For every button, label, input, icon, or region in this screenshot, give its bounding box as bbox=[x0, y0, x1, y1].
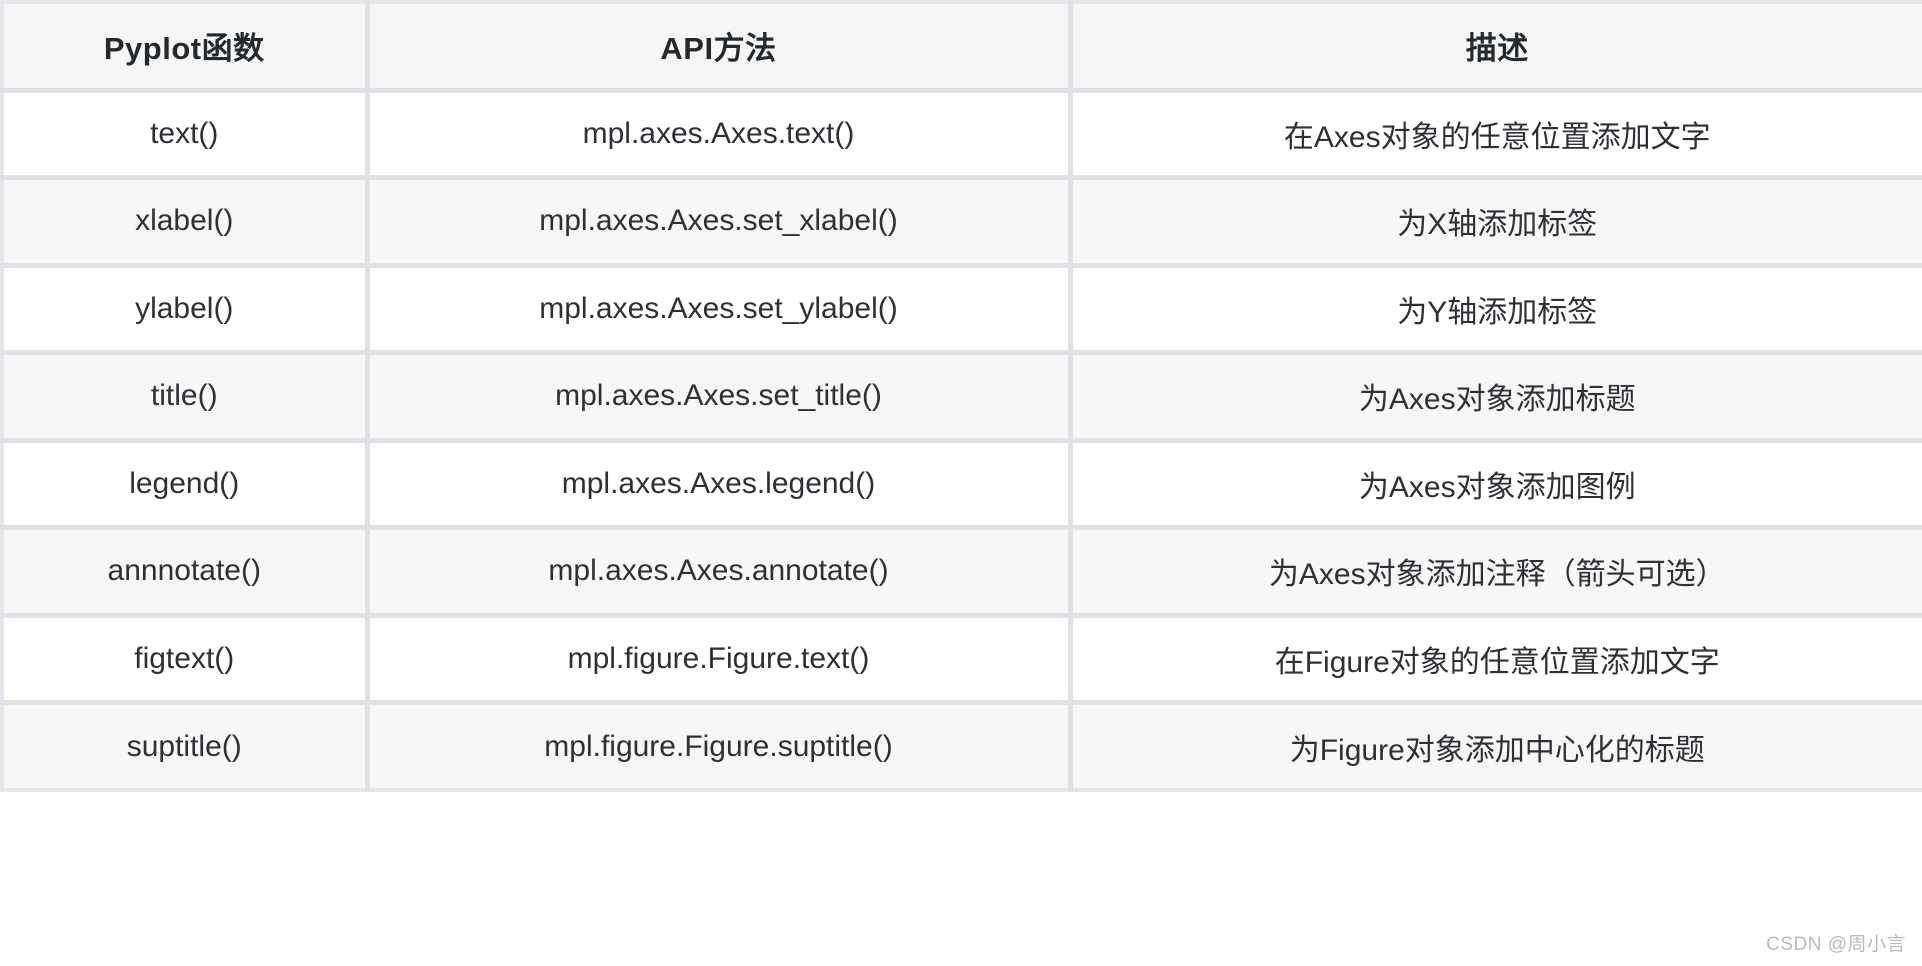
cell-api-method: mpl.axes.Axes.legend() bbox=[367, 440, 1073, 530]
cell-pyplot-function: annnotate() bbox=[0, 527, 370, 618]
cell-pyplot-function: xlabel() bbox=[0, 177, 370, 268]
cell-description: 为Axes对象添加图例 bbox=[1070, 440, 1922, 530]
table-row: annnotate() mpl.axes.Axes.annotate() 为Ax… bbox=[0, 527, 1922, 618]
csdn-watermark: CSDN @周小言 bbox=[1766, 934, 1906, 955]
cell-api-method: mpl.axes.Axes.set_ylabel() bbox=[367, 265, 1073, 355]
cell-description: 在Figure对象的任意位置添加文字 bbox=[1070, 615, 1922, 705]
cell-api-method: mpl.axes.Axes.text() bbox=[367, 90, 1073, 180]
cell-description: 为Figure对象添加中心化的标题 bbox=[1070, 702, 1922, 792]
column-header-description: 描述 bbox=[1070, 0, 1922, 93]
cell-description: 为Axes对象添加标题 bbox=[1070, 352, 1922, 443]
cell-pyplot-function: figtext() bbox=[0, 615, 370, 705]
table-row: legend() mpl.axes.Axes.legend() 为Axes对象添… bbox=[0, 440, 1922, 530]
cell-description: 为Y轴添加标签 bbox=[1070, 265, 1922, 355]
cell-api-method: mpl.figure.Figure.text() bbox=[367, 615, 1073, 705]
cell-pyplot-function: title() bbox=[0, 352, 370, 443]
cell-api-method: mpl.axes.Axes.annotate() bbox=[367, 527, 1073, 618]
table-row: ylabel() mpl.axes.Axes.set_ylabel() 为Y轴添… bbox=[0, 265, 1922, 355]
cell-api-method: mpl.figure.Figure.suptitle() bbox=[367, 702, 1073, 792]
cell-api-method: mpl.axes.Axes.set_title() bbox=[367, 352, 1073, 443]
pyplot-api-reference-table: Pyplot函数 API方法 描述 text() mpl.axes.Axes.t… bbox=[0, 0, 1922, 792]
column-header-pyplot-function: Pyplot函数 bbox=[0, 0, 370, 93]
table-body: text() mpl.axes.Axes.text() 在Axes对象的任意位置… bbox=[0, 90, 1922, 792]
table-header-row: Pyplot函数 API方法 描述 bbox=[0, 0, 1922, 93]
table-row: text() mpl.axes.Axes.text() 在Axes对象的任意位置… bbox=[0, 90, 1922, 180]
cell-description: 为X轴添加标签 bbox=[1070, 177, 1922, 268]
cell-pyplot-function: ylabel() bbox=[0, 265, 370, 355]
table-container: Pyplot函数 API方法 描述 text() mpl.axes.Axes.t… bbox=[0, 0, 1922, 966]
column-header-api-method: API方法 bbox=[367, 0, 1073, 93]
cell-description: 为Axes对象添加注释（箭头可选） bbox=[1070, 527, 1922, 618]
table-row: xlabel() mpl.axes.Axes.set_xlabel() 为X轴添… bbox=[0, 177, 1922, 268]
table-row: suptitle() mpl.figure.Figure.suptitle() … bbox=[0, 702, 1922, 792]
cell-pyplot-function: legend() bbox=[0, 440, 370, 530]
table-row: figtext() mpl.figure.Figure.text() 在Figu… bbox=[0, 615, 1922, 705]
cell-pyplot-function: text() bbox=[0, 90, 370, 180]
cell-api-method: mpl.axes.Axes.set_xlabel() bbox=[367, 177, 1073, 268]
table-header: Pyplot函数 API方法 描述 bbox=[0, 0, 1922, 93]
cell-pyplot-function: suptitle() bbox=[0, 702, 370, 792]
table-row: title() mpl.axes.Axes.set_title() 为Axes对… bbox=[0, 352, 1922, 443]
cell-description: 在Axes对象的任意位置添加文字 bbox=[1070, 90, 1922, 180]
